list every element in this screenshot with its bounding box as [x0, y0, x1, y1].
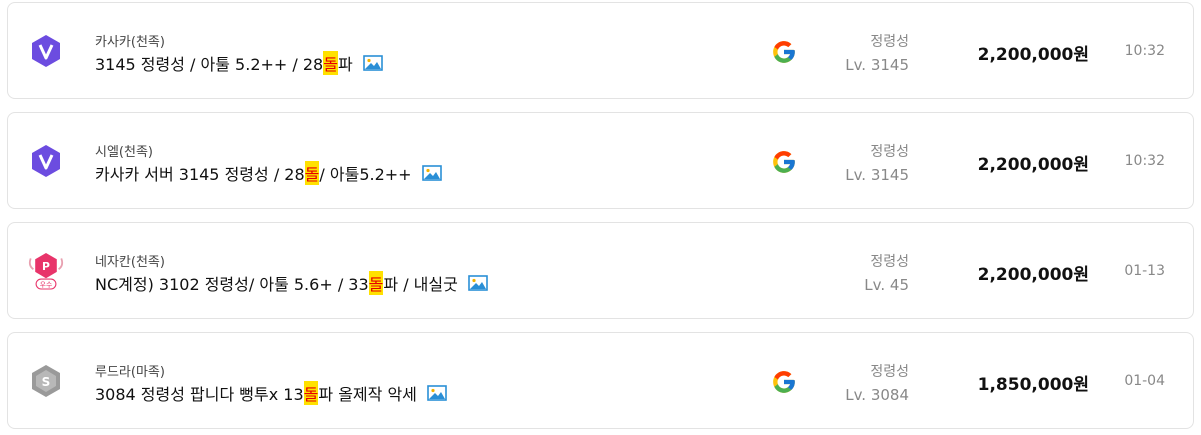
image-attached-icon [468, 275, 488, 291]
character-class: 정령성 [870, 34, 909, 50]
title-text-rest: 파 / 내실굿 [383, 275, 458, 294]
character-class: 정령성 [870, 254, 909, 270]
listing-row[interactable]: 시엘(천족) 카사카 서버 3145 정령성 / 28 돌 / 아툴5.2++ 정… [7, 112, 1194, 209]
title-highlight: 돌 [304, 161, 320, 185]
google-icon [771, 39, 797, 65]
listing-title[interactable]: 3145 정령성 / 아툴 5.2++ / 28 돌 파 [95, 51, 383, 75]
google-icon [771, 369, 797, 395]
svg-text:P: P [42, 260, 50, 273]
google-icon [771, 149, 797, 175]
posted-time: 01-13 [1124, 263, 1165, 279]
s-grade-badge-icon: S [28, 360, 64, 402]
listing-title[interactable]: 카사카 서버 3145 정령성 / 28 돌 / 아툴5.2++ [95, 161, 442, 185]
character-level: Lv. 45 [864, 276, 909, 294]
character-level: Lv. 3145 [845, 166, 909, 184]
posted-time: 10:32 [1124, 43, 1165, 59]
posted-time: 10:32 [1124, 153, 1165, 169]
svg-text:S: S [42, 375, 51, 389]
image-attached-icon [362, 55, 383, 71]
seller-server: 카사카(천족) [95, 35, 165, 50]
character-info: 정령성 Lv. 3084 [845, 361, 909, 404]
price: 2,200,000원 [977, 155, 1089, 175]
listing-title[interactable]: 3084 정령성 팝니다 뻥투x 13 돌 파 올제작 악세 [95, 381, 447, 405]
v-grade-badge-icon [28, 30, 64, 72]
seller-server: 루드라(마족) [95, 365, 165, 380]
character-level: Lv. 3145 [845, 56, 909, 74]
listing-row[interactable]: P 우수 네자칸(천족) NC계정) 3102 정령성/ 아툴 5.6+ / 3… [7, 222, 1194, 319]
character-class: 정령성 [870, 144, 909, 160]
v-grade-badge-icon [28, 140, 64, 182]
title-text: 카사카 서버 3145 정령성 / 28 [95, 165, 305, 184]
image-attached-icon [421, 165, 442, 181]
character-info: 정령성 Lv. 3145 [845, 141, 909, 184]
character-level: Lv. 3084 [845, 386, 909, 404]
title-text: 3084 정령성 팝니다 뻥투x 13 [95, 385, 304, 404]
posted-time: 01-04 [1124, 373, 1165, 389]
character-info: 정령성 Lv. 3145 [845, 31, 909, 74]
price: 2,200,000원 [977, 265, 1089, 285]
listing-title[interactable]: NC계정) 3102 정령성/ 아툴 5.6+ / 33 돌 파 / 내실굿 [95, 271, 488, 295]
price: 2,200,000원 [977, 45, 1089, 65]
p-excellent-badge-icon: P 우수 [28, 250, 64, 292]
title-text: NC계정) 3102 정령성/ 아툴 5.6+ / 33 [95, 275, 369, 294]
title-highlight: 돌 [368, 271, 384, 295]
title-text-rest: / 아툴5.2++ [319, 165, 412, 184]
listing-row[interactable]: S 루드라(마족) 3084 정령성 팝니다 뻥투x 13 돌 파 올제작 악세 정… [7, 332, 1194, 429]
image-attached-icon [427, 385, 447, 401]
listing-row[interactable]: 카사카(천족) 3145 정령성 / 아툴 5.2++ / 28 돌 파 정령성 L… [7, 2, 1194, 99]
listing-list: 카사카(천족) 3145 정령성 / 아툴 5.2++ / 28 돌 파 정령성 L… [0, 0, 1201, 435]
badge-text: 우수 [40, 281, 52, 289]
title-text: 3145 정령성 / 아툴 5.2++ / 28 [95, 55, 324, 74]
title-highlight: 돌 [303, 381, 319, 405]
title-text-rest: 파 올제작 악세 [318, 385, 417, 404]
seller-server: 네자칸(천족) [95, 255, 165, 270]
title-highlight: 돌 [323, 51, 338, 75]
character-info: 정령성 Lv. 45 [864, 251, 909, 294]
title-text-rest: 파 [337, 55, 353, 74]
character-class: 정령성 [870, 364, 909, 380]
seller-server: 시엘(천족) [95, 145, 153, 160]
price: 1,850,000원 [977, 375, 1089, 395]
